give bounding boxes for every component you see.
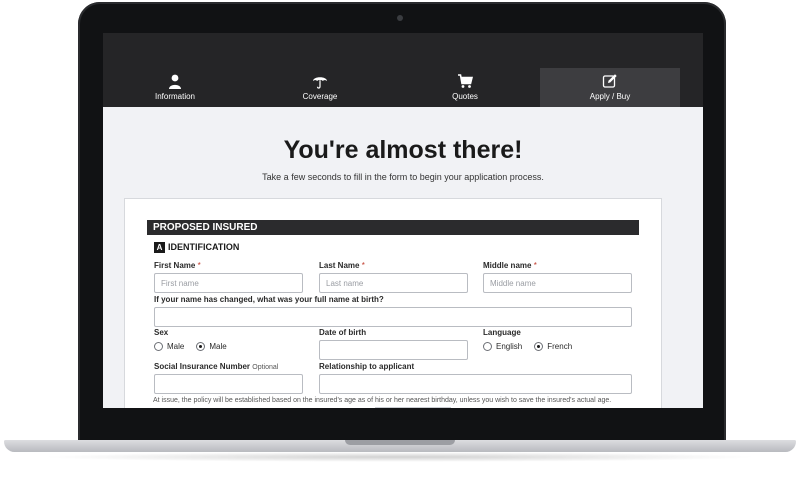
required-mark: * [533, 261, 537, 270]
nav-label-information: Information [154, 92, 196, 101]
sin-input[interactable] [154, 374, 303, 394]
sex-radio-group: Male Male [154, 342, 239, 351]
middle-name-label-text: Middle name [483, 261, 532, 270]
nav-label-coverage: Coverage [302, 92, 338, 101]
subsection-title: IDENTIFICATION [168, 242, 240, 252]
radio-button-selected[interactable] [534, 342, 544, 351]
dob-input[interactable] [319, 340, 468, 360]
required-mark: * [197, 261, 201, 270]
optional-tag: Optional [252, 364, 279, 371]
language-label: Language [483, 328, 521, 337]
age-note: At issue, the policy will be established… [153, 397, 612, 404]
nav-item-quotes[interactable]: Quotes [395, 68, 535, 107]
sin-label: Social Insurance Number Optional [154, 362, 278, 371]
radio-button[interactable] [154, 342, 163, 351]
webcam-icon [397, 15, 403, 21]
middle-name-input[interactable] [483, 273, 632, 293]
screen-bezel-bottom [103, 408, 703, 422]
language-radio-group: English French [483, 342, 584, 351]
subsection-badge: A [154, 241, 165, 253]
relationship-input[interactable] [319, 374, 632, 394]
page-title: You're almost there! [283, 136, 523, 164]
umbrella-icon [313, 77, 327, 89]
sex-option-1[interactable]: Male [154, 342, 184, 351]
page-subtitle: Take a few seconds to fill in the form t… [262, 172, 544, 182]
first-name-input[interactable] [154, 273, 303, 293]
radio-button[interactable] [483, 342, 492, 351]
section-header: PROPOSED INSURED [147, 220, 639, 235]
language-option-english[interactable]: English [483, 342, 522, 351]
user-icon [169, 74, 181, 89]
middle-name-label: Middle name * [483, 261, 537, 270]
required-mark: * [361, 261, 365, 270]
nav-label-apply-buy: Apply / Buy [589, 92, 631, 101]
sex-option-1-label: Male [167, 342, 185, 351]
application-form: PROPOSED INSURED A IDENTIFICATION First … [124, 198, 662, 408]
sex-option-2-label: Male [209, 342, 227, 351]
top-navbar: Information Coverage Quotes Apply / Buy [103, 33, 703, 107]
sex-option-2[interactable]: Male [196, 342, 227, 351]
relationship-label: Relationship to applicant [319, 362, 415, 371]
language-option-english-label: English [496, 342, 523, 351]
edit-icon [602, 74, 617, 88]
previous-name-input[interactable] [154, 307, 632, 327]
language-option-french[interactable]: French [534, 342, 572, 351]
language-option-french-label: French [547, 342, 573, 351]
cart-icon [458, 74, 473, 88]
laptop-shadow [40, 452, 760, 462]
last-name-label: Last Name * [319, 261, 365, 270]
screen: Information Coverage Quotes Apply / Buy … [103, 33, 703, 408]
dob-label: Date of birth [319, 328, 367, 337]
sin-label-text: Social Insurance Number [154, 362, 251, 371]
nav-item-information[interactable]: Information [105, 68, 245, 107]
previous-name-label: If your name has changed, what was your … [154, 295, 384, 304]
sex-label: Sex [154, 328, 169, 337]
nav-item-coverage[interactable]: Coverage [250, 68, 390, 107]
nav-item-apply-buy[interactable]: Apply / Buy [540, 68, 680, 107]
radio-button-selected[interactable] [196, 342, 206, 351]
first-name-label-text: First Name [154, 261, 196, 270]
last-name-label-text: Last Name [319, 261, 360, 270]
nav-label-quotes: Quotes [452, 92, 478, 101]
subsection-header: A IDENTIFICATION [154, 241, 239, 253]
last-name-input[interactable] [319, 273, 468, 293]
laptop-base-notch [345, 440, 455, 445]
partial-control[interactable] [375, 407, 451, 408]
first-name-label: First Name * [154, 261, 201, 270]
